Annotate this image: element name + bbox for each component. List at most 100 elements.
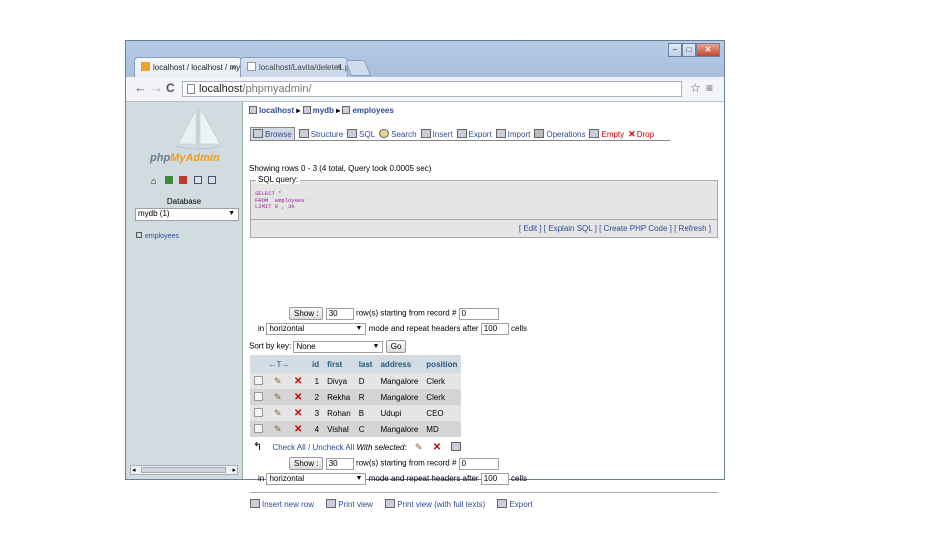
delete-x-icon[interactable]: ✕ <box>294 392 302 403</box>
browser-toolbar: ← → C localhost/phpmyadmin/ ☆ ≡ <box>126 77 724 102</box>
reload-nav-icon[interactable] <box>207 176 216 184</box>
close-window-button[interactable]: ✕ <box>696 43 720 57</box>
column-header-first[interactable]: first <box>323 355 355 373</box>
tab-structure[interactable]: Structure <box>298 129 343 139</box>
bulk-export-icon[interactable] <box>451 442 462 451</box>
dropdown-arrow-icon: ▼ <box>355 475 363 482</box>
sql-query-legend: SQL query: <box>256 175 301 184</box>
tab-delete[interactable]: localhost/Lavita/delete1.p × <box>240 57 348 77</box>
delete-cell: ✕ <box>290 373 308 389</box>
row-checkbox[interactable] <box>254 407 263 417</box>
sql-window-icon[interactable] <box>165 176 174 184</box>
delete-cell: ✕ <box>290 421 308 437</box>
export-icon <box>497 499 508 508</box>
scroll-right-icon[interactable]: ▸ <box>232 466 236 474</box>
forward-icon[interactable]: → <box>150 80 163 95</box>
tab-browse[interactable]: Browse <box>250 127 295 140</box>
row-checkbox[interactable] <box>254 423 263 433</box>
check-all-link[interactable]: Check All / Uncheck All <box>272 443 354 452</box>
column-header-position[interactable]: position <box>422 355 462 373</box>
tab-drop[interactable]: ✕Drop <box>628 129 654 140</box>
query-icon[interactable] <box>179 176 188 184</box>
menu-icon[interactable]: ≡ <box>706 81 713 95</box>
table-menu: Browse Structure SQL Search Insert Export Impo… <box>250 127 670 140</box>
print-view-full-link[interactable]: Print view (with full texts) <box>397 500 485 509</box>
breadcrumb-separator: ▸ <box>336 106 341 115</box>
tab-sql[interactable]: SQL <box>347 129 375 139</box>
scroll-thumb[interactable] <box>141 467 226 473</box>
display-mode-select[interactable]: horizontal ▼ <box>266 473 367 485</box>
tab-phpmyadmin[interactable]: localhost / localhost / my × <box>134 57 242 77</box>
docs-icon[interactable] <box>193 176 202 184</box>
close-tab-icon[interactable]: × <box>231 62 236 72</box>
export-link[interactable]: Export <box>509 500 532 509</box>
edit-pencil-icon[interactable]: ✎ <box>274 424 282 434</box>
database-select[interactable]: mydb (1) ▼ <box>135 208 239 221</box>
nav-form-bottom: Show : 30 row(s) starting from record # … <box>289 457 499 470</box>
close-tab-icon[interactable]: × <box>337 62 342 72</box>
tab-operations[interactable]: Operations <box>534 129 585 139</box>
print-view-link[interactable]: Print view <box>338 500 373 509</box>
start-record-input[interactable]: 0 <box>458 457 499 470</box>
row-checkbox[interactable] <box>254 375 263 385</box>
display-mode-select[interactable]: horizontal ▼ <box>266 323 367 335</box>
edit-pencil-icon[interactable]: ✎ <box>274 376 282 386</box>
tab-export[interactable]: Export <box>456 129 492 139</box>
column-resize-arrows[interactable]: ←T→ <box>250 355 308 373</box>
cell-address: Mangalore <box>376 421 423 437</box>
bulk-edit-icon[interactable]: ✎ <box>415 442 423 452</box>
delete-x-icon[interactable]: ✕ <box>294 376 302 387</box>
delete-x-icon[interactable]: ✕ <box>294 408 302 419</box>
reload-icon[interactable]: C <box>166 81 175 95</box>
go-button[interactable]: Go <box>385 340 407 353</box>
rows-input[interactable]: 30 <box>325 457 354 470</box>
breadcrumb-database[interactable]: mydb <box>313 106 334 115</box>
with-selected-label: With selected: <box>356 443 407 452</box>
tab-label: Operations <box>546 130 586 139</box>
rows-input[interactable]: 30 <box>325 307 354 320</box>
breadcrumb-table[interactable]: employees <box>352 106 393 115</box>
table-row: ✎ ✕ 3 Rohan B Udupi CEO <box>250 405 462 421</box>
new-tab-button[interactable] <box>345 60 371 76</box>
sort-select[interactable]: None ▼ <box>293 340 384 353</box>
column-header-address[interactable]: address <box>376 355 423 373</box>
tab-import[interactable]: Import <box>495 129 531 139</box>
address-bar[interactable]: localhost/phpmyadmin/ <box>182 81 682 97</box>
back-icon[interactable]: ← <box>134 80 147 95</box>
scroll-left-icon[interactable]: ◂ <box>132 466 136 474</box>
repeat-headers-input[interactable]: 100 <box>480 323 509 335</box>
tab-search[interactable]: Search <box>379 129 417 139</box>
tab-label: Empty <box>601 130 625 139</box>
sort-value: None <box>296 341 316 351</box>
horizontal-scrollbar[interactable]: ◂ ▸ <box>130 465 238 475</box>
nav-form-top: Show : 30 row(s) starting from record # … <box>289 307 499 320</box>
tab-empty[interactable]: Empty <box>589 129 624 139</box>
bookmark-star-icon[interactable]: ☆ <box>690 81 701 95</box>
show-button[interactable]: Show : <box>289 457 324 470</box>
minimize-button[interactable]: – <box>668 43 682 57</box>
nav-form-mode: in horizontal ▼ mode and repeat headers a… <box>258 323 527 335</box>
edit-pencil-icon[interactable]: ✎ <box>274 392 282 402</box>
breadcrumb-server[interactable]: localhost <box>259 106 294 115</box>
edit-cell: ✎ <box>270 405 290 421</box>
maximize-button[interactable]: □ <box>682 43 696 57</box>
repeat-headers-input[interactable]: 100 <box>480 473 509 485</box>
sql-action-links[interactable]: [ Edit ] [ Explain SQL ] [ Create PHP Co… <box>519 224 711 233</box>
column-header-last[interactable]: last <box>354 355 377 373</box>
bulk-delete-icon[interactable]: ✕ <box>433 442 441 453</box>
delete-x-icon[interactable]: ✕ <box>294 424 302 435</box>
insert-new-row-link[interactable]: Insert new row <box>262 500 314 509</box>
row-checkbox[interactable] <box>254 391 263 401</box>
mode-value: horizontal <box>269 474 305 483</box>
quick-icons: ⌂ <box>151 176 216 186</box>
tab-insert[interactable]: Insert <box>420 129 453 139</box>
dropdown-arrow-icon: ▼ <box>228 210 235 217</box>
edit-pencil-icon[interactable]: ✎ <box>274 408 282 418</box>
start-record-input[interactable]: 0 <box>458 307 499 320</box>
table-link-employees[interactable]: employees <box>145 233 179 240</box>
tab-label: Import <box>507 130 531 139</box>
home-icon[interactable]: ⌂ <box>151 176 160 186</box>
main-frame: localhost ▸ mydb ▸ employees Browse Struc… <box>243 102 724 509</box>
column-header-id[interactable]: id <box>308 355 324 373</box>
show-button[interactable]: Show : <box>289 307 324 320</box>
